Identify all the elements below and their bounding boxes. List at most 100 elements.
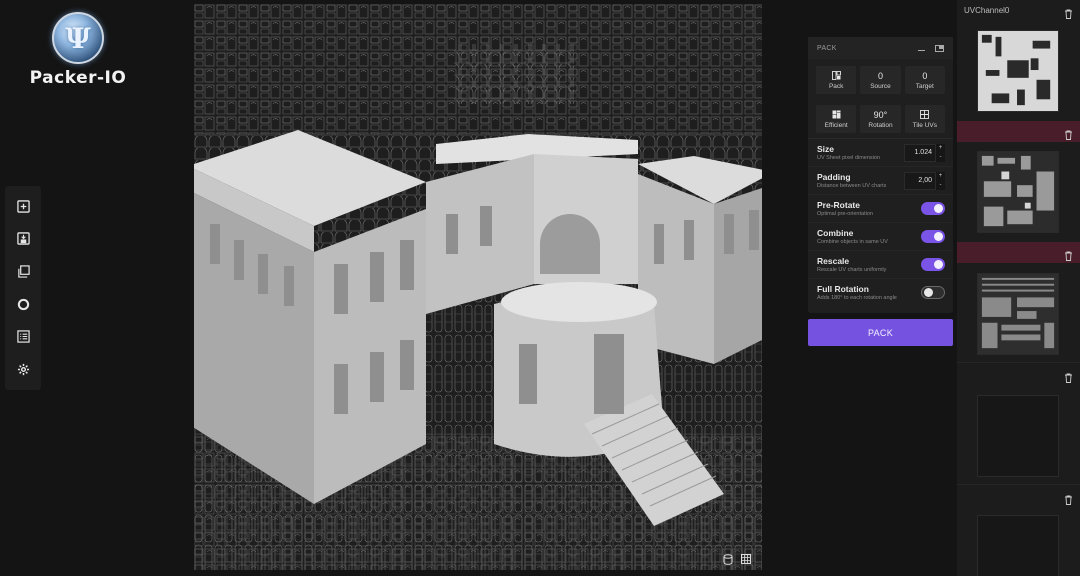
padding-increment[interactable]: + xyxy=(936,172,945,181)
size-decrement[interactable]: - xyxy=(936,153,945,162)
settings-button[interactable] xyxy=(9,356,37,384)
uv-divider xyxy=(957,484,1080,485)
padding-text: Padding Distance between UV charts xyxy=(817,172,886,189)
grid-button[interactable] xyxy=(740,553,752,565)
padding-stepper: + - xyxy=(936,171,945,190)
pre-rotate-toggle[interactable] xyxy=(921,202,945,215)
dock-icon[interactable] xyxy=(935,44,944,52)
circle-icon xyxy=(17,298,29,310)
target-count: 0 xyxy=(922,70,928,81)
tile-uvs-cell[interactable]: Tile UVs xyxy=(904,105,945,133)
size-row: Size UV Sheet pixel dimension 1.024 + - xyxy=(808,138,953,166)
pack-panel-header: PACK xyxy=(808,37,953,59)
uv-thumbnail[interactable] xyxy=(977,30,1059,112)
uv-thumbnail[interactable] xyxy=(977,151,1059,233)
trash-button[interactable] xyxy=(1064,248,1073,266)
pack-header-icons xyxy=(918,44,944,52)
source-cell-label: Source xyxy=(870,83,891,90)
trash-button[interactable] xyxy=(1064,6,1073,24)
size-label: Size xyxy=(817,144,835,154)
size-stepper: + - xyxy=(936,143,945,162)
trash-button[interactable] xyxy=(1064,370,1073,388)
efficient-cell-label: Efficient xyxy=(824,122,848,129)
rescale-text: Rescale Rescale UV charts uniformly xyxy=(817,256,886,273)
pack-button[interactable]: PACK xyxy=(808,319,953,346)
uv-highlight-bar xyxy=(957,242,1080,263)
efficient-cell-icon xyxy=(832,109,841,120)
combine-label: Combine xyxy=(817,228,854,238)
size-text: Size UV Sheet pixel dimension xyxy=(817,144,880,161)
add-button[interactable] xyxy=(9,192,37,220)
tile-uvs-icon xyxy=(920,110,930,119)
3d-viewport[interactable] xyxy=(194,4,762,570)
building-model xyxy=(194,130,762,526)
size-input[interactable]: 1.024 xyxy=(904,143,936,162)
full-rotation-text: Full Rotation Adds 180° to each rotation… xyxy=(817,284,897,301)
target-cell[interactable]: 0 Target xyxy=(904,66,945,94)
rescale-desc: Rescale UV charts uniformly xyxy=(817,267,887,273)
rescale-toggle[interactable] xyxy=(921,258,945,271)
source-cell[interactable]: 0 Source xyxy=(860,66,901,94)
padding-input[interactable]: 2,00 xyxy=(904,171,936,190)
rotation-value: 90° xyxy=(873,109,888,120)
pack-cell-icon xyxy=(831,70,841,81)
pre-rotate-label: Pre-Rotate xyxy=(817,200,860,210)
combine-desc: Combine objects in same UV xyxy=(817,239,888,245)
app-window: Ψ Packer-IO PACK Pack 0 Source 0 Target … xyxy=(0,0,1080,576)
toggle-knob xyxy=(934,260,943,269)
save-icon xyxy=(16,232,30,246)
trash-button[interactable] xyxy=(1064,127,1073,145)
padding-row: Padding Distance between UV charts 2,00 … xyxy=(808,166,953,194)
pack-cell[interactable]: Pack xyxy=(816,66,857,94)
save-button[interactable] xyxy=(9,225,37,253)
pack-panel: PACK Pack 0 Source 0 Target Efficient 90… xyxy=(808,37,953,313)
tile-uvs-cell-label: Tile UVs xyxy=(912,122,937,129)
trash-icon xyxy=(1065,495,1072,505)
viewport-icon-bar xyxy=(722,553,752,565)
trash-icon xyxy=(1065,9,1072,19)
efficient-icon xyxy=(832,110,841,119)
rotation-cell-label: Rotation xyxy=(868,122,893,129)
grid-icon xyxy=(741,554,751,564)
trash-icon xyxy=(1065,373,1072,383)
uv-channel-title: UVChannel0 xyxy=(964,6,1010,15)
uv-channel-panel: UVChannel0 xyxy=(957,0,1080,576)
padding-control: 2,00 + - xyxy=(904,171,945,190)
pack-summary-row: Pack 0 Source 0 Target xyxy=(808,59,953,94)
full-rotation-desc: Adds 180° to each rotation angle xyxy=(817,295,897,301)
toggle-knob xyxy=(924,288,933,297)
pack-icon xyxy=(831,71,841,80)
uv-thumbnail[interactable] xyxy=(977,273,1059,355)
full-rotation-toggle[interactable] xyxy=(921,286,945,299)
layers-button[interactable] xyxy=(9,258,37,286)
combine-toggle[interactable] xyxy=(921,230,945,243)
pre-rotate-row: Pre-Rotate Optimal pre-orientation xyxy=(808,194,953,222)
database-icon xyxy=(723,553,733,565)
pack-cell-label: Pack xyxy=(828,83,844,90)
size-increment[interactable]: + xyxy=(936,144,945,153)
rotation-cell[interactable]: 90° Rotation xyxy=(860,105,901,133)
add-icon xyxy=(16,200,30,213)
efficient-cell[interactable]: Efficient xyxy=(816,105,857,133)
uv-highlight-bar xyxy=(957,121,1080,142)
target-cell-label: Target xyxy=(915,83,934,90)
list-button[interactable] xyxy=(9,323,37,351)
circle-button[interactable] xyxy=(9,290,37,318)
uv-thumbnail-empty[interactable] xyxy=(977,395,1059,477)
padding-label: Padding xyxy=(817,172,851,182)
logo: Ψ Packer-IO xyxy=(28,12,128,88)
trash-icon xyxy=(1065,130,1072,140)
pack-panel-title: PACK xyxy=(817,44,837,52)
uv-thumbnail-empty[interactable] xyxy=(977,515,1059,576)
trash-button[interactable] xyxy=(1064,492,1073,510)
database-button[interactable] xyxy=(722,553,734,565)
size-desc: UV Sheet pixel dimension xyxy=(817,155,880,161)
uv-divider xyxy=(957,362,1080,363)
pre-rotate-text: Pre-Rotate Optimal pre-orientation xyxy=(817,200,873,217)
full-rotation-label: Full Rotation xyxy=(817,284,869,294)
pre-rotate-desc: Optimal pre-orientation xyxy=(817,211,873,217)
pack-mode-row: Efficient 90° Rotation Tile UVs xyxy=(808,94,953,133)
minimize-icon[interactable] xyxy=(918,50,925,51)
padding-decrement[interactable]: - xyxy=(936,181,945,190)
combine-row: Combine Combine objects in same UV xyxy=(808,222,953,250)
